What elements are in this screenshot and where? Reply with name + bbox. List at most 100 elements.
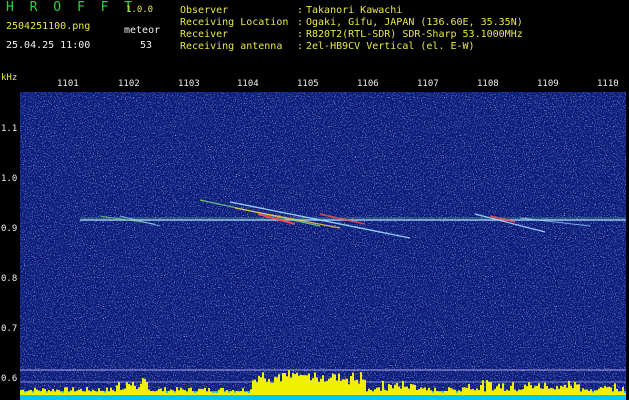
signal-level-bar [352,372,354,395]
x-tick-label: 1108 [477,79,499,89]
signal-level-bar [402,381,404,395]
signal-level-bar [368,388,370,395]
spectrogram-image [20,92,626,400]
signal-level-bar [300,374,302,395]
signal-level-bar [58,390,60,395]
signal-level-bar [434,387,436,395]
meteor-label: meteor [124,25,161,36]
antenna-value: 2el-HB9CV Vertical (el. E-W) [306,41,475,52]
signal-level-bar [212,392,214,395]
signal-level-bar [38,390,40,395]
meteor-count: 53 [140,40,153,51]
signal-level-bar [130,385,132,395]
signal-level-bar [392,388,394,395]
signal-level-bar [100,390,102,395]
signal-level-bar [606,387,608,395]
signal-level-bar [64,387,66,395]
signal-level-bar [24,392,26,395]
signal-level-bar [424,387,426,395]
signal-level-bar [548,388,550,395]
signal-level-bar [272,382,274,395]
signal-level-bar [452,389,454,395]
signal-level-bar [622,387,624,395]
signal-level-bar [494,388,496,395]
signal-level-bar [234,392,236,395]
signal-level-bar [356,379,358,395]
signal-level-bar [76,390,78,395]
signal-level-bar [72,387,74,395]
signal-level-bar [92,389,94,395]
signal-level-bar [366,391,368,395]
signal-level-bar [150,391,152,395]
observer-separator: : [297,5,304,16]
signal-level-bar [258,375,260,395]
x-tick-label: 1107 [417,79,439,89]
signal-level-bar [448,387,450,395]
signal-level-bar [198,388,200,395]
signal-level-bar [486,379,488,395]
signal-level-bar [422,388,424,395]
signal-level-bar [508,390,510,395]
signal-level-bar [202,389,204,395]
signal-level-bar [206,391,208,395]
signal-level-bar [114,391,116,395]
signal-level-bar [450,388,452,395]
signal-level-bar [506,389,508,395]
signal-level-bar [290,377,292,395]
location-value: Ogaki, Gifu, JAPAN (136.60E, 35.35N) [306,17,523,28]
signal-level-bar [200,388,202,395]
signal-level-bar [54,392,56,395]
signal-level-bar [214,392,216,395]
signal-level-bar [90,391,92,395]
signal-level-bar [154,391,156,395]
signal-level-bar [226,390,228,395]
signal-level-bar [276,377,278,395]
signal-level-bar [330,377,332,395]
signal-level-bar [294,374,296,395]
signal-level-bar [588,390,590,395]
signal-level-bar [490,382,492,395]
signal-level-bar [26,391,28,395]
signal-level-bar [314,372,316,395]
signal-level-bar [180,387,182,395]
signal-level-bar [128,384,130,395]
signal-level-bar [512,382,514,395]
signal-level-bar [140,383,142,395]
signal-level-bar [414,384,416,395]
signal-level-bar [36,389,38,395]
file-name: 2504251100.png [6,21,91,32]
signal-level-bar [416,389,418,395]
signal-level-bar [266,382,268,395]
signal-level-bar [112,390,114,395]
signal-level-bar [468,384,470,395]
signal-level-bar [184,390,186,395]
signal-level-bar [580,391,582,395]
signal-level-bar [396,382,398,395]
signal-level-bar [598,388,600,395]
signal-level-bar [384,389,386,395]
signal-level-bar [174,392,176,395]
signal-level-bar [488,381,490,395]
signal-level-bar [536,385,538,395]
signal-level-bar [218,389,220,395]
signal-level-bar [132,381,134,395]
signal-level-bar [338,373,340,395]
signal-level-bar [312,378,314,395]
signal-level-bar [30,389,32,395]
app-title: H R O F F T [6,0,137,15]
signal-level-bar [380,390,382,395]
signal-level-bar [194,392,196,395]
x-tick-label: 1106 [357,79,379,89]
signal-level-bar [570,385,572,395]
signal-level-bar [624,392,626,395]
signal-level-bar [460,392,462,395]
observer-value: Takanori Kawachi [306,5,403,16]
signal-level-bar [160,388,162,395]
signal-level-bar [420,387,422,395]
signal-level-bar [116,385,118,395]
signal-level-bar [80,388,82,395]
signal-level-bar [404,386,406,395]
signal-level-bar [204,387,206,395]
x-tick-label: 1110 [597,79,619,89]
signal-level-bar [566,387,568,395]
